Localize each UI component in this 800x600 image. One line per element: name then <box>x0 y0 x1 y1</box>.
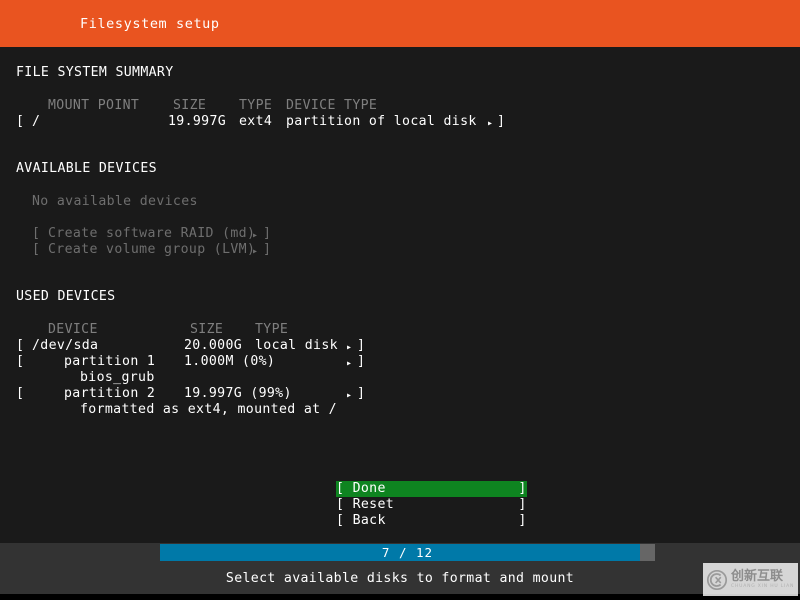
done-button[interactable]: [ Done ] <box>336 481 527 497</box>
row-close-bracket: ] <box>357 386 366 401</box>
cell-device: partition 1 <box>64 354 156 369</box>
cell-device: partition 2 <box>64 386 156 401</box>
lvm-open-bracket: [ <box>32 242 41 257</box>
section-heading-used-devices: USED DEVICES <box>16 289 116 304</box>
row-open-bracket: [ <box>16 114 25 129</box>
row-detail-text: bios_grub <box>80 370 155 385</box>
raid-open-bracket: [ <box>32 226 41 241</box>
column-header-size: SIZE <box>190 322 224 337</box>
expand-arrow-icon[interactable]: ▸ <box>346 356 352 372</box>
cell-size: 19.997G (99%) <box>184 386 292 401</box>
row-close-bracket: ] <box>357 338 366 353</box>
main-content: FILE SYSTEM SUMMARY MOUNT POINT SIZE TYP… <box>0 47 800 543</box>
expand-arrow-icon[interactable]: ▸ <box>346 388 352 404</box>
cell-size: 20.000G <box>184 338 243 353</box>
progress-bar-label: 7 / 12 <box>381 545 434 560</box>
cell-mount-point: / <box>32 114 41 129</box>
raid-close-bracket: ] <box>263 226 272 241</box>
cell-device: /dev/sda <box>32 338 99 353</box>
watermark-chinese-text: 创新互联 <box>731 568 784 584</box>
column-header-type: TYPE <box>239 98 273 113</box>
column-header-device: DEVICE <box>48 322 98 337</box>
reset-button[interactable]: [ Reset ] <box>336 497 527 513</box>
row-close-bracket: ] <box>497 114 506 129</box>
expand-arrow-icon[interactable]: ▸ <box>487 116 493 132</box>
cell-device-type: partition of local disk <box>286 114 477 129</box>
row-close-bracket: ] <box>357 354 366 369</box>
column-header-size: SIZE <box>173 98 207 113</box>
page-title: Filesystem setup <box>80 16 220 32</box>
column-header-device-type: DEVICE TYPE <box>286 98 378 113</box>
column-header-mount-point: MOUNT POINT <box>48 98 140 113</box>
row-open-bracket: [ <box>16 354 25 369</box>
row-open-bracket: [ <box>16 386 25 401</box>
section-heading-filesystem-summary: FILE SYSTEM SUMMARY <box>16 65 174 80</box>
chevron-right-icon: ▸ <box>252 246 259 257</box>
back-button[interactable]: [ Back ] <box>336 513 527 529</box>
status-hint-text: Select available disks to format and mou… <box>225 571 575 586</box>
lvm-close-bracket: ] <box>263 242 272 257</box>
expand-arrow-icon[interactable]: ▸ <box>346 340 352 356</box>
row-open-bracket: [ <box>16 338 25 353</box>
column-header-type: TYPE <box>255 322 289 337</box>
progress-bar: 7 / 12 <box>160 544 655 561</box>
watermark-text: 创新互联 CHUANG XIN HU LIAN <box>731 568 795 590</box>
cell-type: ext4 <box>239 114 273 129</box>
cell-size: 1.000M (0%) <box>184 354 276 369</box>
watermark-logo-icon <box>706 569 728 591</box>
bottom-border <box>0 594 800 600</box>
row-detail-text: formatted as ext4, mounted at / <box>80 402 337 417</box>
app-header: Filesystem setup <box>0 0 800 47</box>
raid-label: Create software RAID (md) <box>48 226 256 241</box>
available-devices-empty-message: No available devices <box>32 194 198 209</box>
watermark: 创新互联 CHUANG XIN HU LIAN <box>703 563 798 596</box>
cell-size: 19.997G <box>168 114 227 129</box>
section-heading-available-devices: AVAILABLE DEVICES <box>16 161 157 176</box>
lvm-label: Create volume group (LVM) <box>48 242 256 257</box>
watermark-pinyin-text: CHUANG XIN HU LIAN <box>731 583 795 589</box>
cell-type: local disk <box>255 338 338 353</box>
